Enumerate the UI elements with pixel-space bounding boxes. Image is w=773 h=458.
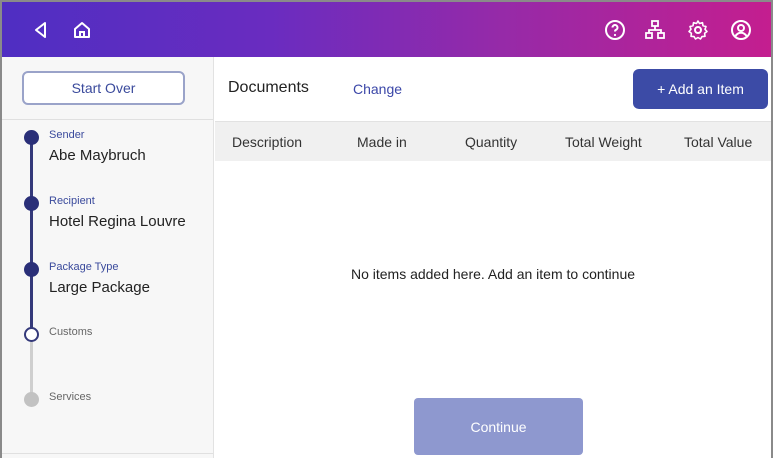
column-header-quantity: Quantity bbox=[465, 134, 518, 150]
step-value: Abe Maybruch bbox=[49, 147, 146, 164]
step-done-indicator bbox=[24, 262, 39, 277]
top-bar bbox=[2, 2, 771, 57]
help-icon[interactable] bbox=[602, 17, 628, 43]
network-icon[interactable] bbox=[642, 17, 668, 43]
step-current-indicator bbox=[24, 327, 39, 342]
divider bbox=[2, 453, 213, 454]
column-header-total-weight: Total Weight bbox=[565, 134, 642, 150]
step-value: Hotel Regina Louvre bbox=[49, 213, 186, 230]
home-icon[interactable] bbox=[69, 17, 95, 43]
step-title: Sender bbox=[49, 129, 85, 141]
customs-panel: Documents Change + Add an Item Descripti… bbox=[215, 57, 771, 458]
step-title: Recipient bbox=[49, 195, 95, 207]
progress-rail-complete bbox=[30, 135, 33, 330]
add-item-button[interactable]: + Add an Item bbox=[633, 69, 768, 109]
items-table-header: Description Made in Quantity Total Weigh… bbox=[215, 121, 771, 161]
divider bbox=[2, 119, 213, 120]
progress-sidebar: Start Over Sender Abe Maybruch Recipient… bbox=[2, 57, 214, 458]
app-window: Start Over Sender Abe Maybruch Recipient… bbox=[0, 0, 773, 458]
step-title: Customs bbox=[49, 326, 93, 338]
empty-state-message: No items added here. Add an item to cont… bbox=[350, 266, 636, 282]
column-header-description: Description bbox=[232, 134, 303, 150]
step-done-indicator bbox=[24, 196, 39, 211]
back-icon[interactable] bbox=[28, 17, 54, 43]
start-over-button[interactable]: Start Over bbox=[22, 71, 185, 105]
step-pending-indicator bbox=[24, 392, 39, 407]
column-header-total-value: Total Value bbox=[684, 134, 753, 150]
continue-button[interactable]: Continue bbox=[414, 398, 583, 455]
column-header-made-in: Made in bbox=[357, 134, 407, 150]
settings-icon[interactable] bbox=[685, 17, 711, 43]
step-value: Large Package bbox=[49, 279, 150, 296]
account-icon[interactable] bbox=[728, 17, 754, 43]
section-title: Documents bbox=[228, 79, 309, 96]
change-link[interactable]: Change bbox=[353, 81, 402, 97]
step-title: Services bbox=[49, 391, 92, 403]
step-done-indicator bbox=[24, 130, 39, 145]
step-title: Package Type bbox=[49, 261, 119, 273]
